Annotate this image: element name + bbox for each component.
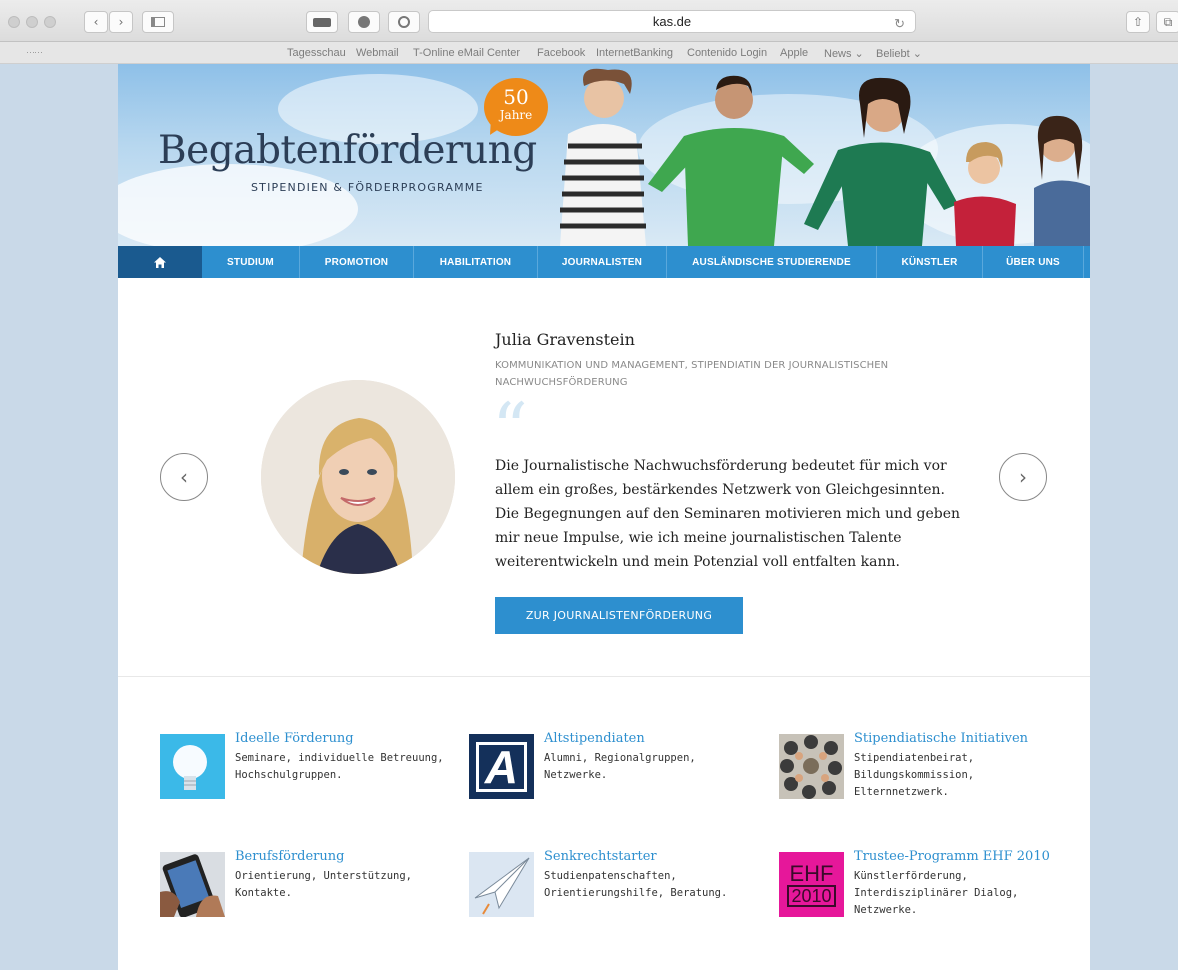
feature-altstipendiaten[interactable]: A Altstipendiaten Alumni, Regionalgruppe…	[469, 731, 769, 804]
privacy-extension-button[interactable]	[348, 11, 380, 33]
feature-title[interactable]: Berufsförderung	[235, 849, 344, 864]
home-icon	[154, 256, 166, 268]
bookmark-apple[interactable]: Apple	[780, 47, 808, 59]
bookmark-tagesschau[interactable]: Tagesschau	[287, 47, 346, 59]
journalist-program-button[interactable]: ZUR JOURNALISTENFÖRDERUNG	[495, 597, 743, 634]
feature-title[interactable]: Altstipendiaten	[544, 731, 645, 746]
chevron-right-icon: ›	[1019, 465, 1027, 489]
sidebar-icon	[151, 17, 165, 27]
section-divider	[118, 676, 1090, 677]
address-text: kas.de	[652, 14, 692, 29]
nav-kuenstler[interactable]: KÜNSTLER	[877, 246, 983, 278]
forward-button[interactable]: ›	[109, 11, 133, 33]
bookmark-contenido[interactable]: Contenido Login	[687, 47, 767, 59]
alumni-logo-text: A	[475, 741, 528, 792]
ehf-logo: EHF 2010	[779, 852, 844, 917]
feature-description: Studienpatenschaften, Orientierungshilfe…	[544, 870, 728, 899]
key-icon	[313, 17, 331, 27]
feature-title[interactable]: Trustee-Programm EHF 2010	[854, 849, 1050, 864]
feature-description: Orientierung, Unterstützung, Kontakte.	[235, 870, 413, 899]
chevron-left-icon: ‹	[180, 465, 188, 489]
browser-toolbar: ‹ › kas.de ↻ ⇧ ⧉	[0, 0, 1178, 42]
password-extension-button[interactable]	[306, 11, 338, 33]
ehf-logo-year: 2010	[787, 884, 836, 907]
feature-title[interactable]: Senkrechtstarter	[544, 849, 657, 864]
testimonial-portrait	[261, 380, 455, 574]
group-photo	[779, 734, 844, 799]
feature-stipendiatische-initiativen[interactable]: Stipendiatische Initiativen Stipendiaten…	[779, 731, 1079, 804]
nav-promotion[interactable]: PROMOTION	[300, 246, 414, 278]
tabs-overview-button[interactable]: ⧉	[1156, 11, 1178, 33]
slider-next-button[interactable]: ›	[999, 453, 1047, 501]
bookmark-beliebt[interactable]: Beliebt ⌄	[876, 47, 922, 60]
feature-trustee-programm[interactable]: EHF 2010 Trustee-Programm EHF 2010 Künst…	[779, 849, 1079, 922]
feature-title[interactable]: Stipendiatische Initiativen	[854, 731, 1028, 746]
testimonial-role: KOMMUNIKATION UND MANAGEMENT, STIPENDIAT…	[495, 360, 889, 388]
feature-description: Künstlerförderung, Interdisziplinärer Di…	[854, 870, 1019, 916]
badge-text: Jahre	[499, 108, 533, 122]
zoom-window-button[interactable]	[44, 16, 56, 28]
feature-title[interactable]: Ideelle Förderung	[235, 731, 354, 746]
feature-ideelle-foerderung[interactable]: Ideelle Förderung Seminare, individuelle…	[160, 731, 460, 804]
slider-prev-button[interactable]: ‹	[160, 453, 208, 501]
share-button[interactable]: ⇧	[1126, 11, 1150, 33]
shield-icon	[398, 16, 410, 28]
tabs-icon: ⧉	[1163, 14, 1173, 29]
chevron-right-icon: ›	[118, 15, 124, 29]
smartphone-image	[160, 852, 225, 917]
hero-subtitle: STIPENDIEN & FÖRDERPROGRAMME	[251, 181, 484, 194]
feature-description: Seminare, individuelle Betreuung, Hochsc…	[235, 752, 444, 781]
nav-ueber-uns[interactable]: ÜBER UNS	[983, 246, 1084, 278]
feature-description: Stipendiatenbeirat, Bildungskommission, …	[854, 752, 975, 798]
nav-journalisten[interactable]: JOURNALISTEN	[538, 246, 667, 278]
back-button[interactable]: ‹	[84, 11, 108, 33]
anniversary-badge: 50 Jahre	[484, 78, 548, 136]
close-window-button[interactable]	[8, 16, 20, 28]
bookmark-webmail[interactable]: Webmail	[356, 47, 399, 59]
minimize-window-button[interactable]	[26, 16, 38, 28]
nav-habilitation[interactable]: HABILITATION	[414, 246, 538, 278]
chevron-left-icon: ‹	[93, 15, 99, 29]
feature-description: Alumni, Regionalgruppen, Netzwerke.	[544, 752, 696, 781]
bookmarks-bar: ⋯⋯ Tagesschau Webmail T-Online eMail Cen…	[0, 42, 1178, 64]
students-photo	[560, 68, 1090, 246]
lightbulb-image	[160, 734, 225, 799]
testimonial-quote: Die Journalistische Nachwuchsförderung b…	[495, 458, 961, 570]
bookmark-facebook[interactable]: Facebook	[537, 47, 585, 59]
reload-icon[interactable]: ↻	[894, 13, 905, 34]
testimonial-name: Julia Gravenstein	[495, 330, 635, 349]
bookmark-news[interactable]: News ⌄	[824, 47, 864, 60]
feature-berufsfoerderung[interactable]: Berufsförderung Orientierung, Unterstütz…	[160, 849, 460, 922]
top-sites-icon[interactable]: ⋯⋯	[26, 47, 43, 58]
nav-home[interactable]	[118, 246, 202, 278]
alumni-logo: A	[469, 734, 534, 799]
feature-senkrechtstarter[interactable]: Senkrechtstarter Studienpatenschaften, O…	[469, 849, 769, 922]
adblock-extension-button[interactable]	[388, 11, 420, 33]
main-nav: STUDIUM PROMOTION HABILITATION JOURNALIS…	[118, 246, 1090, 278]
bookmark-tonline[interactable]: T-Online eMail Center	[413, 47, 520, 59]
address-bar[interactable]: kas.de ↻	[428, 10, 916, 33]
nav-studium[interactable]: STUDIUM	[202, 246, 300, 278]
bookmark-internetbanking[interactable]: InternetBanking	[596, 47, 673, 59]
paper-plane-image	[469, 852, 534, 917]
ehf-logo-text: EHF	[789, 860, 834, 886]
hero-title: Begabtenförderung	[158, 128, 537, 173]
sidebar-toggle-button[interactable]	[142, 11, 174, 33]
lock-icon	[358, 16, 370, 28]
hero-banner: Begabtenförderung STIPENDIEN & FÖRDERPRO…	[118, 64, 1090, 246]
web-page: Begabtenförderung STIPENDIEN & FÖRDERPRO…	[118, 64, 1090, 970]
share-icon: ⇧	[1132, 15, 1144, 29]
badge-number: 50	[503, 85, 529, 109]
nav-auslaendische-studierende[interactable]: AUSLÄNDISCHE STUDIERENDE	[667, 246, 877, 278]
